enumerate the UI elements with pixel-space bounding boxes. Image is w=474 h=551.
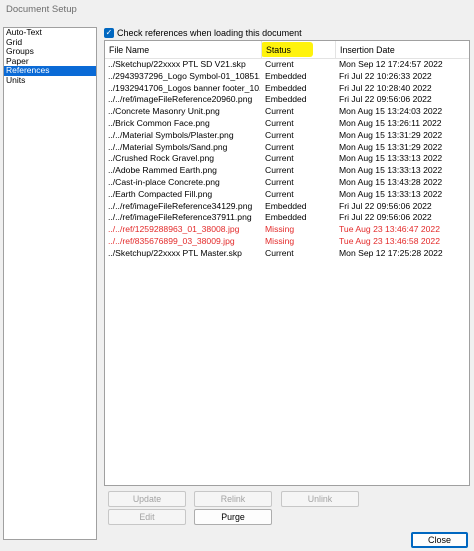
table-row[interactable]: ../../ref/imageFileReference37911.png Emb… (105, 212, 469, 224)
checkmark-icon: ✓ (105, 28, 113, 37)
relink-button[interactable]: Relink (194, 491, 272, 507)
check-references-checkbox[interactable]: ✓ (104, 28, 114, 38)
table-row[interactable]: ../../Material Symbols/Plaster.png Curren… (105, 130, 469, 142)
row-insertion-date: Mon Aug 15 13:26:11 2022 (339, 117, 442, 128)
table-row[interactable]: ../Sketchup/22xxxx PTL Master.skp Current… (105, 248, 469, 260)
column-header-status[interactable]: Status (261, 41, 335, 59)
purge-button[interactable]: Purge (194, 509, 272, 525)
category-list[interactable]: Auto-Text Grid Groups Paper References U… (3, 27, 97, 540)
column-header-file-name[interactable]: File Name (105, 41, 261, 59)
row-insertion-date: Mon Aug 15 13:31:29 2022 (339, 141, 443, 152)
update-button[interactable]: Update (108, 491, 186, 507)
row-file-name: ../1932941706_Logos banner footer_10... (108, 82, 260, 93)
row-status: Current (265, 176, 294, 187)
table-row[interactable]: ../Crushed Rock Gravel.png Current Mon Aug… (105, 153, 469, 165)
row-insertion-date: Fri Jul 22 10:26:33 2022 (339, 70, 432, 81)
row-status: Current (265, 141, 294, 152)
row-status: Current (265, 153, 294, 164)
row-insertion-date: Mon Sep 12 17:24:57 2022 (339, 59, 443, 69)
row-status: Current (265, 165, 294, 176)
row-file-name: ../Sketchup/22xxxx PTL Master.skp (108, 247, 242, 258)
row-status: Current (265, 117, 294, 128)
row-status: Current (265, 188, 294, 199)
table-row[interactable]: ../../Material Symbols/Sand.png Current Mo… (105, 142, 469, 154)
row-file-name: ../../Material Symbols/Sand.png (108, 141, 228, 152)
row-file-name: ../Brick Common Face.png (108, 117, 210, 128)
table-header: File Name Status Insertion Date (105, 41, 469, 59)
table-row[interactable]: ../../ref/835676899_03_38009.jpg Missing T… (105, 236, 469, 248)
row-insertion-date: Tue Aug 23 13:46:58 2022 (339, 235, 440, 246)
row-file-name: ../../ref/835676899_03_38009.jpg (108, 235, 235, 246)
close-button[interactable]: Close (411, 532, 468, 548)
row-insertion-date: Fri Jul 22 10:28:40 2022 (339, 82, 432, 93)
row-status: Embedded (265, 200, 307, 211)
row-insertion-date: Mon Aug 15 13:24:03 2022 (339, 106, 443, 117)
row-insertion-date: Fri Jul 22 09:56:06 2022 (339, 212, 432, 223)
row-file-name: ../../ref/imageFileReference37911.png (108, 212, 252, 223)
row-insertion-date: Mon Aug 15 13:33:13 2022 (339, 153, 443, 164)
row-insertion-date: Mon Aug 15 13:31:29 2022 (339, 129, 443, 140)
column-header-insertion-date[interactable]: Insertion Date (335, 41, 469, 59)
window-title: Document Setup (6, 4, 77, 15)
row-status: Embedded (265, 82, 307, 93)
table-body: ../Sketchup/22xxxx PTL SD V21.skp Current… (105, 59, 469, 260)
row-file-name: ../../ref/imageFileReference34129.png (108, 200, 253, 211)
row-insertion-date: Fri Jul 22 09:56:06 2022 (339, 94, 432, 105)
row-status: Current (265, 129, 294, 140)
row-file-name: ../Sketchup/22xxxx PTL SD V21.skp (108, 59, 246, 69)
row-insertion-date: Mon Aug 15 13:33:13 2022 (339, 188, 443, 199)
row-status: Current (265, 106, 294, 117)
unlink-button[interactable]: Unlink (281, 491, 359, 507)
row-insertion-date: Mon Aug 15 13:43:28 2022 (339, 176, 443, 187)
row-status: Embedded (265, 70, 307, 81)
row-status: Current (265, 59, 294, 69)
row-file-name: ../Cast-in-place Concrete.png (108, 176, 220, 187)
table-row[interactable]: ../Sketchup/22xxxx PTL SD V21.skp Current… (105, 59, 469, 71)
table-row[interactable]: ../1932941706_Logos banner footer_10... E… (105, 83, 469, 95)
table-row[interactable]: ../2943937296_Logo Symbol-01_10851.png Em… (105, 71, 469, 83)
row-insertion-date: Mon Aug 15 13:33:13 2022 (339, 165, 443, 176)
row-file-name: ../Concrete Masonry Unit.png (108, 106, 220, 117)
table-row[interactable]: ../Brick Common Face.png Current Mon Aug 1… (105, 118, 469, 130)
table-row[interactable]: ../Concrete Masonry Unit.png Current Mon A… (105, 106, 469, 118)
table-row[interactable]: ../../ref/imageFileReference20960.png Emb… (105, 94, 469, 106)
edit-button[interactable]: Edit (108, 509, 186, 525)
table-row[interactable]: ../Adobe Rammed Earth.png Current Mon Aug … (105, 165, 469, 177)
table-row[interactable]: ../../ref/1259288963_01_38008.jpg Missing… (105, 224, 469, 236)
check-references-label: Check references when loading this docum… (117, 28, 302, 38)
row-file-name: ../Adobe Rammed Earth.png (108, 165, 217, 176)
row-file-name: ../../ref/1259288963_01_38008.jpg (108, 224, 240, 235)
row-file-name: ../2943937296_Logo Symbol-01_10851.png (108, 70, 260, 81)
sidebar-item-units[interactable]: Units (4, 75, 96, 86)
row-file-name: ../../Material Symbols/Plaster.png (108, 129, 234, 140)
row-file-name: ../Crushed Rock Gravel.png (108, 153, 215, 164)
row-insertion-date: Mon Sep 12 17:25:28 2022 (339, 247, 443, 258)
row-file-name: ../Earth Compacted Fill.png (108, 188, 213, 199)
row-insertion-date: Fri Jul 22 09:56:06 2022 (339, 200, 432, 211)
row-status: Missing (265, 235, 295, 246)
row-status: Current (265, 247, 294, 258)
table-row[interactable]: ../../ref/imageFileReference34129.png Emb… (105, 201, 469, 213)
row-insertion-date: Tue Aug 23 13:46:47 2022 (339, 224, 440, 235)
table-row[interactable]: ../Cast-in-place Concrete.png Current Mon … (105, 177, 469, 189)
row-status: Missing (265, 224, 295, 235)
table-row[interactable]: ../Earth Compacted Fill.png Current Mon Au… (105, 189, 469, 201)
row-status: Embedded (265, 212, 307, 223)
row-status: Embedded (265, 94, 307, 105)
references-table[interactable]: File Name Status Insertion Date ../Sketc… (104, 40, 470, 486)
row-file-name: ../../ref/imageFileReference20960.png (108, 94, 253, 105)
check-references-option[interactable]: ✓ Check references when loading this doc… (104, 27, 302, 39)
